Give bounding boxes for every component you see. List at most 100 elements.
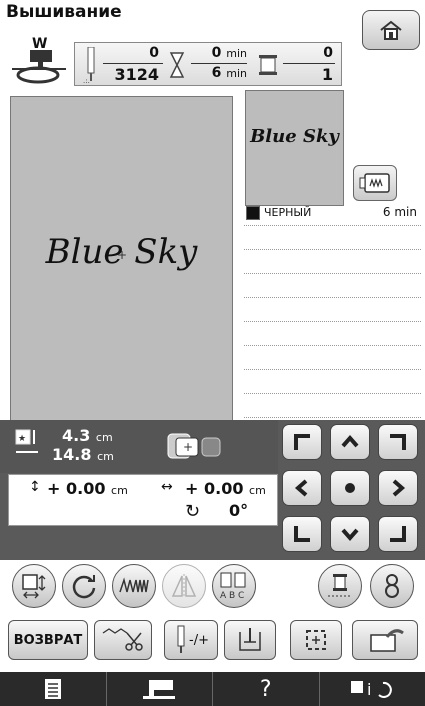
rotate-button[interactable] [62, 564, 106, 608]
chevron-left-icon [294, 479, 308, 497]
svg-text:.:.: .:. [83, 77, 90, 83]
size-width: 14.8 [52, 445, 92, 464]
hoop-icon: + [167, 433, 221, 459]
thumbnail-text: Blue Sky [250, 126, 339, 147]
stitch-total: 3124 [114, 65, 159, 84]
needle-adjust-label: -/+ [189, 632, 209, 648]
design-thumbnail [245, 90, 344, 206]
bottom-machine-button[interactable] [107, 672, 213, 706]
presser-foot-icon: W [8, 36, 70, 86]
time-unit: min [226, 47, 247, 60]
rotate-arrow-icon [72, 575, 96, 599]
chevron-up-icon [341, 434, 359, 448]
corner-down-left-icon [294, 526, 310, 542]
pocket-arrow-icon [370, 629, 404, 652]
info-refresh-icon: i [351, 680, 393, 699]
help-button[interactable]: ? [213, 672, 320, 706]
svg-text:A B C: A B C [220, 591, 244, 601]
start-point-icon [239, 628, 261, 651]
corner-up-right-icon [390, 434, 406, 450]
chevron-down-icon [341, 528, 359, 542]
size-icon: ★ [15, 429, 38, 453]
size-width-unit: cm [97, 450, 114, 463]
list-item-empty [244, 226, 421, 250]
direction-pad [282, 424, 422, 556]
size-height-unit: cm [95, 431, 113, 444]
center-button[interactable] [330, 470, 370, 506]
mirror-icon [171, 574, 197, 598]
page-title: Вышивание [6, 2, 122, 22]
single-color-button[interactable] [318, 564, 362, 608]
offset-vertical: + 0.00 [47, 479, 106, 498]
list-item-empty [244, 346, 421, 370]
return-button[interactable]: ВОЗВРАТ [8, 620, 88, 660]
offset-horizontal: + 0.00 [185, 479, 244, 498]
size-readout: ★ 4.3 cm 14.8 cm + [0, 420, 278, 473]
color-total: 1 [321, 65, 333, 84]
vertical-arrows-icon: ↕ [29, 479, 41, 495]
move-down-left-button[interactable] [282, 516, 322, 552]
hourglass-icon [169, 52, 185, 78]
thread-time: 6 min [382, 205, 417, 219]
list-item-empty [244, 370, 421, 394]
frame-view-button[interactable] [353, 165, 397, 201]
svg-text:+: + [183, 440, 193, 454]
embroidery-frame-icon [359, 173, 390, 193]
move-right-button[interactable] [378, 470, 418, 506]
offset-horizontal-unit: cm [249, 484, 266, 497]
mirror-button[interactable] [162, 564, 206, 608]
chevron-right-icon [392, 479, 406, 497]
thread-name: ЧЕРНЫЙ [264, 206, 312, 219]
trim-button[interactable] [94, 620, 152, 660]
rotation-angle: 0° [229, 501, 249, 520]
multi-color-button[interactable]: A B C [212, 564, 256, 608]
move-up-button[interactable] [330, 424, 370, 460]
offset-readout: ↕ + 0.00 cm ↔ + 0.00 cm ↻ 0° [8, 474, 278, 526]
needle-icon [177, 625, 185, 653]
center-marker-icon: + [117, 248, 128, 262]
start-position-button[interactable] [224, 620, 276, 660]
rotate-icon: ↻ [185, 501, 201, 522]
spool-single-icon [328, 574, 352, 597]
corner-down-right-icon [390, 526, 406, 542]
scissors-icon [102, 628, 143, 651]
needle-position-button[interactable]: -/+ [164, 620, 218, 660]
move-up-right-button[interactable] [378, 424, 418, 460]
home-icon [380, 20, 402, 40]
list-item-empty [244, 250, 421, 274]
list-item-empty [244, 274, 421, 298]
needle-icon: .:. [83, 47, 95, 83]
trial-frame-icon [306, 630, 326, 650]
bottom-tools-button[interactable]: i [320, 672, 425, 706]
bottom-settings-button[interactable] [0, 672, 107, 706]
horizontal-arrows-icon: ↔ [161, 479, 173, 495]
density-stitch-icon [119, 577, 149, 593]
home-button[interactable] [362, 10, 420, 50]
move-down-button[interactable] [330, 516, 370, 552]
thread-color-swatch [246, 206, 260, 220]
move-down-right-button[interactable] [378, 516, 418, 552]
progress-counter: .:. 0 3124 0 min 6 min 0 1 [74, 42, 342, 86]
density-button[interactable] [112, 564, 156, 608]
list-item[interactable]: ЧЕРНЫЙ 6 min [244, 202, 421, 226]
resize-icon [22, 574, 46, 599]
svg-text:i: i [367, 680, 371, 699]
spool-icon [259, 55, 277, 75]
move-left-button[interactable] [282, 470, 322, 506]
color-current: 0 [323, 45, 333, 61]
time-current: 0 [211, 45, 222, 61]
list-item-empty [244, 322, 421, 346]
stitch-current: 0 [149, 45, 159, 61]
bottom-toolbar: ? i [0, 672, 425, 706]
move-up-left-button[interactable] [282, 424, 322, 460]
embroider-button[interactable] [352, 620, 418, 660]
page-list-icon [44, 679, 61, 699]
border-button[interactable] [370, 564, 414, 608]
time-total: 6 [211, 65, 222, 81]
resize-button[interactable] [12, 564, 56, 608]
trial-button[interactable] [290, 620, 342, 660]
offset-vertical-unit: cm [111, 484, 128, 497]
corner-up-left-icon [294, 434, 310, 450]
sewing-machine-icon [143, 680, 176, 699]
size-height: 4.3 [62, 426, 91, 445]
